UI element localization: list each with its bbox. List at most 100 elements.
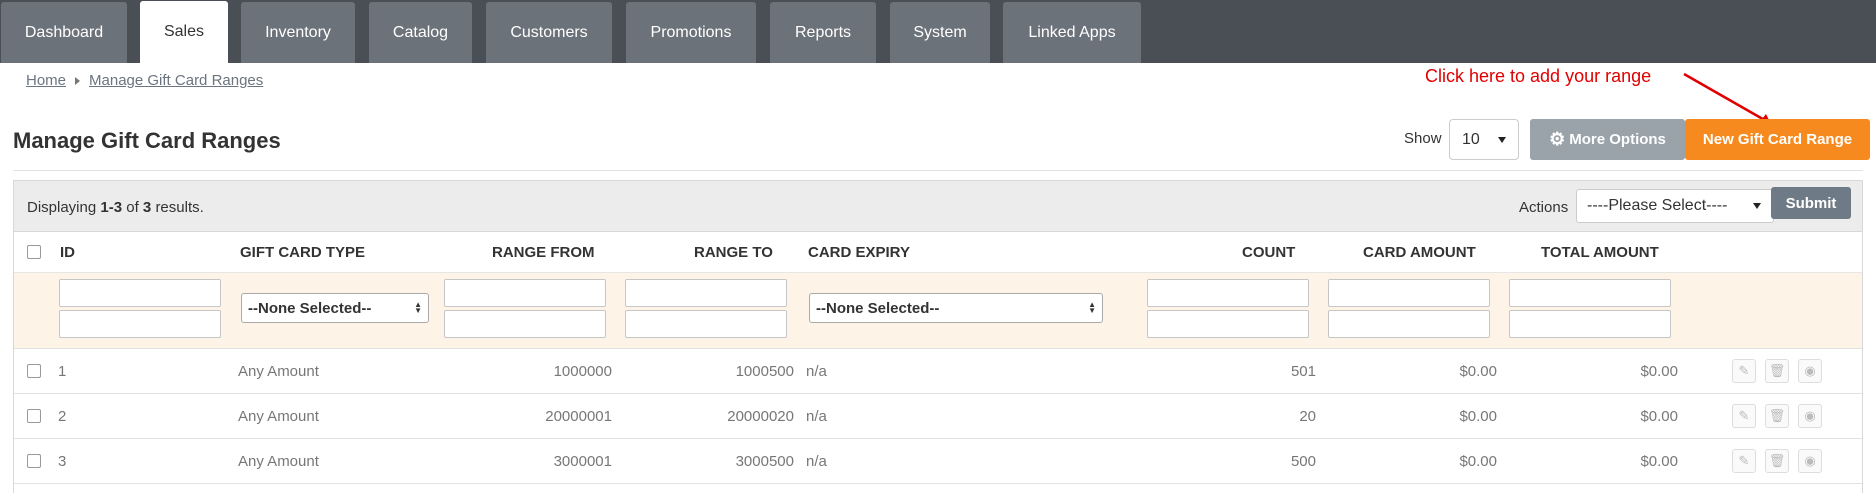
trash-icon: 🗑 — [1768, 453, 1786, 468]
trash-icon: 🗑 — [1768, 408, 1786, 423]
filter-id-to-input[interactable] — [59, 310, 221, 338]
cell-total-amount: $0.00 — [1640, 408, 1678, 425]
view-button[interactable]: ◉ — [1798, 404, 1822, 428]
grid-header-bar: Displaying 1-3 of 3 results. Actions ---… — [14, 181, 1862, 232]
tab-customers[interactable]: Customers — [486, 2, 612, 63]
row-checkbox[interactable] — [27, 364, 41, 378]
annotation-text: Click here to add your range — [1425, 66, 1652, 86]
actions-select[interactable]: ----Please Select---- — [1576, 189, 1774, 223]
pencil-icon: ✎ — [1738, 453, 1750, 468]
filter-gift-card-type-value: --None Selected-- — [248, 299, 372, 317]
cell-count: 20 — [1299, 408, 1316, 425]
column-header-range-from[interactable]: RANGE FROM — [492, 244, 595, 261]
breadcrumb: Home Manage Gift Card Ranges — [26, 72, 263, 89]
row-checkbox[interactable] — [27, 409, 41, 423]
pencil-icon: ✎ — [1738, 363, 1750, 378]
more-options-button[interactable]: ⚙ More Options — [1530, 119, 1685, 160]
table-row: 2 Any Amount 20000001 20000020 n/a 20 $0… — [14, 394, 1862, 439]
cell-range-from: 20000001 — [545, 408, 612, 425]
filter-card-expiry-select[interactable]: --None Selected-- ▲ ▼ — [809, 293, 1103, 323]
filter-count-min-input[interactable] — [1147, 279, 1309, 307]
summary-total: 3 — [142, 199, 152, 216]
cell-card-expiry: n/a — [806, 363, 827, 380]
pencil-icon: ✎ — [1738, 408, 1750, 423]
filter-id-from-input[interactable] — [59, 279, 221, 307]
cell-total-amount: $0.00 — [1640, 453, 1678, 470]
tab-sales[interactable]: Sales — [140, 1, 228, 63]
tab-promotions[interactable]: Promotions — [626, 2, 756, 63]
filter-card-amount-min-input[interactable] — [1328, 279, 1490, 307]
tab-dashboard[interactable]: Dashboard — [1, 2, 127, 63]
cell-id: 3 — [58, 453, 67, 470]
gear-icon: ⚙ — [1549, 129, 1566, 149]
tab-reports[interactable]: Reports — [770, 2, 876, 63]
cell-card-expiry: n/a — [806, 408, 827, 425]
cell-count: 501 — [1290, 363, 1316, 380]
column-header-count[interactable]: COUNT — [1242, 244, 1295, 261]
up-down-arrows-icon: ▲ ▼ — [414, 300, 422, 315]
filter-total-amount-min-input[interactable] — [1509, 279, 1671, 307]
filter-card-amount-max-input[interactable] — [1328, 310, 1490, 338]
column-header-total-amount[interactable]: TOTAL AMOUNT — [1541, 244, 1659, 261]
column-header-card-amount[interactable]: CARD AMOUNT — [1363, 244, 1476, 261]
filter-gift-card-type-select[interactable]: --None Selected-- ▲ ▼ — [241, 293, 429, 323]
summary-of: of — [126, 199, 139, 216]
cell-range-to: 3000500 — [735, 453, 794, 470]
delete-button[interactable]: 🗑 — [1765, 359, 1789, 383]
eye-icon: ◉ — [1804, 408, 1816, 423]
breadcrumb-separator-icon — [75, 76, 81, 85]
edit-button[interactable]: ✎ — [1732, 404, 1756, 428]
breadcrumb-current-link[interactable]: Manage Gift Card Ranges — [89, 72, 263, 89]
summary-prefix: Displaying — [27, 199, 97, 216]
filter-row: --None Selected-- ▲ ▼ --None Selected-- ▲… — [14, 272, 1862, 349]
edit-button[interactable]: ✎ — [1732, 449, 1756, 473]
results-summary: Displaying 1-3 of 3 results. — [27, 199, 204, 216]
page-size-value: 10 — [1462, 130, 1480, 148]
table-row: 3 Any Amount 3000001 3000500 n/a 500 $0.… — [14, 439, 1862, 484]
filter-count-max-input[interactable] — [1147, 310, 1309, 338]
cell-id: 2 — [58, 408, 67, 425]
cell-range-to: 1000500 — [735, 363, 794, 380]
delete-button[interactable]: 🗑 — [1765, 404, 1789, 428]
filter-range-from-min-input[interactable] — [444, 279, 606, 307]
cell-type: Any Amount — [238, 408, 319, 425]
cell-count: 500 — [1290, 453, 1316, 470]
gift-card-ranges-grid: Displaying 1-3 of 3 results. Actions ---… — [13, 180, 1863, 493]
summary-suffix: results. — [155, 199, 204, 216]
filter-total-amount-max-input[interactable] — [1509, 310, 1671, 338]
cell-card-amount: $0.00 — [1459, 363, 1497, 380]
view-button[interactable]: ◉ — [1798, 359, 1822, 383]
cell-card-amount: $0.00 — [1459, 408, 1497, 425]
tab-inventory[interactable]: Inventory — [241, 2, 355, 63]
up-down-arrows-icon: ▲ ▼ — [1088, 300, 1096, 315]
cell-id: 1 — [58, 363, 67, 380]
filter-range-to-min-input[interactable] — [625, 279, 787, 307]
edit-button[interactable]: ✎ — [1732, 359, 1756, 383]
filter-range-from-max-input[interactable] — [444, 310, 606, 338]
filter-range-to-max-input[interactable] — [625, 310, 787, 338]
table-row: 1 Any Amount 1000000 1000500 n/a 501 $0.… — [14, 349, 1862, 394]
new-gift-card-range-button[interactable]: New Gift Card Range — [1685, 119, 1870, 160]
cell-range-from: 3000001 — [553, 453, 612, 470]
select-all-checkbox[interactable] — [27, 245, 41, 259]
submit-button[interactable]: Submit — [1771, 187, 1851, 219]
view-button[interactable]: ◉ — [1798, 449, 1822, 473]
tab-catalog[interactable]: Catalog — [369, 2, 472, 63]
cell-total-amount: $0.00 — [1640, 363, 1678, 380]
eye-icon: ◉ — [1804, 453, 1816, 468]
actions-select-value: ----Please Select---- — [1587, 197, 1728, 214]
row-checkbox[interactable] — [27, 454, 41, 468]
actions-label: Actions — [1519, 199, 1569, 216]
cell-card-expiry: n/a — [806, 453, 827, 470]
page-size-select[interactable]: 10 — [1449, 119, 1519, 160]
delete-button[interactable]: 🗑 — [1765, 449, 1789, 473]
tab-system[interactable]: System — [890, 2, 990, 63]
column-header-gift-card-type[interactable]: GIFT CARD TYPE — [240, 244, 365, 261]
column-header-card-expiry[interactable]: CARD EXPIRY — [808, 244, 910, 261]
page-title: Manage Gift Card Ranges — [13, 128, 281, 153]
column-header-range-to[interactable]: RANGE TO — [694, 244, 773, 261]
column-header-id[interactable]: ID — [60, 244, 75, 261]
breadcrumb-home-link[interactable]: Home — [26, 72, 66, 89]
tab-linked-apps[interactable]: Linked Apps — [1003, 2, 1141, 63]
cell-range-from: 1000000 — [553, 363, 612, 380]
